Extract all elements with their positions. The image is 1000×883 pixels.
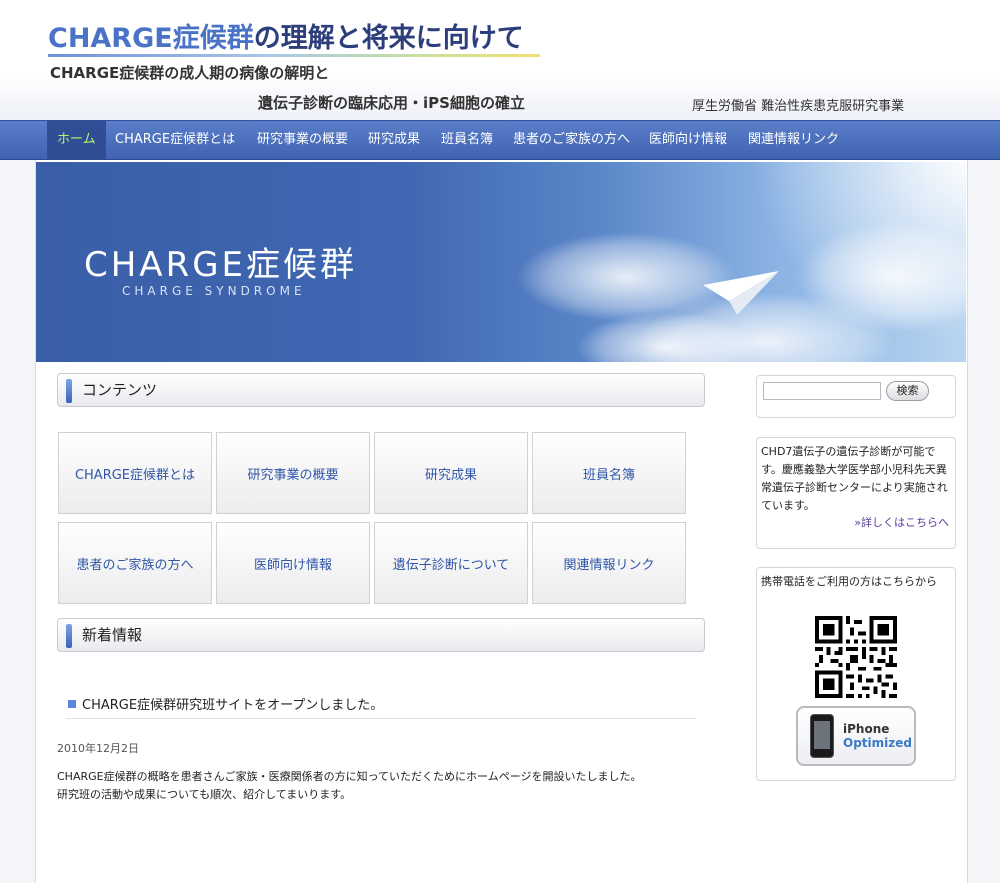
iphone-icon [810, 714, 834, 758]
ministry-label: 厚生労働省 難治性疾患克服研究事業 [692, 99, 905, 114]
tile-research-overview[interactable]: 研究事業の概要 [216, 432, 370, 514]
contents-heading-text: コンテンツ [82, 381, 158, 399]
iphone-optimized-badge[interactable]: iPhone Optimized [796, 706, 916, 766]
news-item[interactable]: CHARGE症候群研究班サイトをオープンしました。 [66, 692, 696, 719]
search-input[interactable] [763, 382, 881, 400]
nav-item-about-charge[interactable]: CHARGE症候群とは [115, 121, 235, 159]
tile-about-charge[interactable]: CHARGE症候群とは [58, 432, 212, 514]
nav-item-families[interactable]: 患者のご家族の方へ [513, 121, 630, 159]
nav-item-research-overview[interactable]: 研究事業の概要 [257, 121, 348, 159]
subtitle-line-2: 遺伝子診断の臨床応用・iPS細胞の確立 [258, 94, 525, 112]
nav-item-members[interactable]: 班員名簿 [441, 121, 493, 159]
subtitle-line-1: CHARGE症候群の成人期の病像の解明と [50, 64, 330, 82]
news-date: 2010年12月2日 [57, 742, 139, 755]
mobile-text: 携帯電話をご利用の方はこちらから [761, 575, 937, 588]
qr-code-icon[interactable] [815, 616, 897, 698]
heading-marker [66, 624, 72, 648]
nav-item-results[interactable]: 研究成果 [368, 121, 420, 159]
site-title[interactable]: CHARGE症候群の理解と将来に向けて [48, 16, 524, 55]
diagnosis-text: CHD7遺伝子の遺伝子診断が可能です。慶應義塾大学医学部小児科先天異常遺伝子診断… [761, 445, 948, 512]
site-title-highlight: CHARGE症候群 [48, 23, 254, 54]
main-nav: ホーム CHARGE症候群とは 研究事業の概要 研究成果 班員名簿 患者のご家族… [0, 120, 1000, 160]
banner-title: CHARGE症候群 [84, 245, 358, 285]
search-box: 検索 [756, 375, 956, 418]
mobile-box: 携帯電話をご利用の方はこちらから iPhone Optimized [756, 567, 956, 781]
paper-plane-icon [703, 271, 779, 315]
contents-heading: コンテンツ [57, 373, 705, 407]
banner-subtitle: CHARGE SYNDROME [122, 284, 306, 298]
nav-item-links[interactable]: 関連情報リンク [748, 121, 839, 159]
hero-banner: CHARGE症候群 CHARGE SYNDROME [36, 162, 966, 362]
news-heading: 新着情報 [57, 618, 705, 652]
title-underline [48, 54, 540, 57]
site-header: CHARGE症候群の理解と将来に向けて CHARGE症候群の成人期の病像の解明と… [0, 0, 1000, 120]
nav-item-doctors[interactable]: 医師向け情報 [649, 121, 727, 159]
tile-links[interactable]: 関連情報リンク [532, 522, 686, 604]
badge-line-1: iPhone [843, 722, 890, 736]
news-body: CHARGE症候群の概略を患者さんご家族・医療関係者の方に知っていただくためにホ… [57, 768, 642, 804]
tile-genetic-diagnosis[interactable]: 遺伝子診断について [374, 522, 528, 604]
tile-results[interactable]: 研究成果 [374, 432, 528, 514]
news-body-line-1: CHARGE症候群の概略を患者さんご家族・医療関係者の方に知っていただくためにホ… [57, 770, 642, 783]
news-body-line-2: 研究班の活動や成果についても順次、紹介してまいります。 [57, 788, 352, 801]
tile-doctors[interactable]: 医師向け情報 [216, 522, 370, 604]
tile-members[interactable]: 班員名簿 [532, 432, 686, 514]
bullet-square-icon [68, 700, 76, 708]
news-item-title[interactable]: CHARGE症候群研究班サイトをオープンしました。 [82, 694, 383, 713]
tile-families[interactable]: 患者のご家族の方へ [58, 522, 212, 604]
heading-marker [66, 379, 72, 403]
nav-item-home[interactable]: ホーム [47, 121, 106, 159]
site-title-rest: の理解と将来に向けて [253, 23, 524, 54]
diagnosis-box: CHD7遺伝子の遺伝子診断が可能です。慶應義塾大学医学部小児科先天異常遺伝子診断… [756, 437, 956, 549]
news-heading-text: 新着情報 [82, 626, 143, 644]
diagnosis-details-link[interactable]: »詳しくはこちらへ [854, 514, 949, 530]
search-button[interactable]: 検索 [886, 381, 929, 401]
badge-line-2: Optimized [843, 736, 912, 750]
